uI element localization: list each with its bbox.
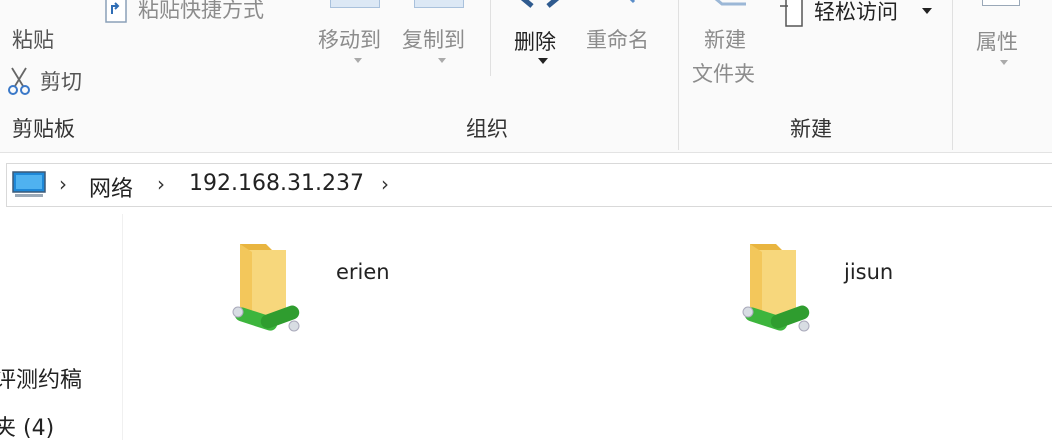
easy-access-label: 轻松访问 bbox=[814, 0, 898, 24]
scissors-icon bbox=[8, 67, 30, 95]
move-to-dropdown-icon bbox=[354, 58, 362, 63]
cut-button[interactable]: 剪切 bbox=[6, 64, 96, 96]
delete-icon bbox=[520, 0, 560, 8]
share-folder-label: erien bbox=[336, 260, 390, 284]
copy-to-label: 复制到 bbox=[402, 28, 465, 52]
breadcrumb-host[interactable]: 192.168.31.237 bbox=[189, 171, 364, 196]
new-folder-icon bbox=[714, 0, 746, 6]
rename-label: 重命名 bbox=[586, 28, 649, 52]
paste-shortcut-button[interactable]: 粘贴快捷方式 bbox=[104, 0, 294, 30]
new-folder-label-line1: 新建 bbox=[704, 28, 746, 52]
rename-icon bbox=[629, 0, 636, 4]
network-share-folder-icon bbox=[232, 244, 300, 332]
easy-access-icon bbox=[780, 0, 803, 27]
move-to-label: 移动到 bbox=[318, 28, 381, 52]
navigation-pane: 评测约稿 夹 (4) bbox=[0, 214, 122, 442]
network-share-folder-icon bbox=[742, 244, 810, 332]
move-to-button[interactable]: 移动到 bbox=[316, 0, 392, 70]
address-bar[interactable]: › 网络 › 192.168.31.237 › bbox=[6, 163, 1052, 207]
breadcrumb-network[interactable]: 网络 bbox=[89, 171, 133, 203]
properties-button[interactable]: 属性 bbox=[968, 0, 1038, 70]
rename-button[interactable]: 重命名 bbox=[584, 0, 664, 60]
move-to-icon bbox=[330, 0, 380, 8]
new-separator bbox=[952, 0, 953, 150]
delete-label: 删除 bbox=[514, 30, 556, 54]
new-folder-label-line2: 文件夹 bbox=[692, 62, 755, 86]
copy-to-dropdown-icon bbox=[438, 58, 446, 63]
nav-item[interactable]: 夹 (4) bbox=[0, 410, 54, 442]
properties-icon bbox=[982, 0, 1020, 6]
properties-dropdown-icon bbox=[1000, 60, 1008, 65]
paste-label: 粘贴 bbox=[12, 28, 54, 52]
share-folder-jisun[interactable]: jisun bbox=[736, 240, 926, 340]
organize-group-label: 组织 bbox=[466, 117, 508, 141]
breadcrumb-chevron-icon[interactable]: › bbox=[381, 172, 389, 196]
computer-icon bbox=[12, 171, 46, 197]
new-group-label: 新建 bbox=[790, 117, 832, 141]
organize-inner-separator bbox=[490, 0, 491, 76]
nav-item[interactable]: 评测约稿 bbox=[0, 362, 82, 394]
paste-button[interactable]: 粘贴 bbox=[6, 0, 76, 60]
organize-separator bbox=[678, 0, 679, 150]
clipboard-group-label: 剪贴板 bbox=[12, 117, 75, 141]
breadcrumb-chevron-icon[interactable]: › bbox=[157, 172, 165, 196]
copy-to-icon bbox=[414, 0, 464, 8]
copy-to-button[interactable]: 复制到 bbox=[400, 0, 476, 70]
ribbon: 粘贴 粘贴快捷方式 剪切 剪贴板 移动到 复制到 删除 重命名 组织 新建 文件… bbox=[0, 0, 1052, 153]
cut-label: 剪切 bbox=[40, 70, 82, 94]
paste-shortcut-label: 粘贴快捷方式 bbox=[138, 0, 264, 22]
share-folder-label: jisun bbox=[844, 260, 894, 284]
paste-shortcut-icon bbox=[105, 0, 127, 23]
easy-access-dropdown-icon bbox=[922, 8, 932, 14]
new-folder-button[interactable]: 新建 文件夹 bbox=[690, 0, 770, 90]
breadcrumb-chevron-icon[interactable]: › bbox=[59, 172, 67, 196]
share-folder-erien[interactable]: erien bbox=[226, 240, 416, 340]
properties-label: 属性 bbox=[976, 30, 1018, 54]
delete-button[interactable]: 删除 bbox=[508, 0, 572, 70]
delete-dropdown-icon bbox=[538, 58, 548, 64]
navigation-pane-divider bbox=[122, 214, 123, 440]
easy-access-button[interactable]: 轻松访问 bbox=[778, 0, 938, 34]
